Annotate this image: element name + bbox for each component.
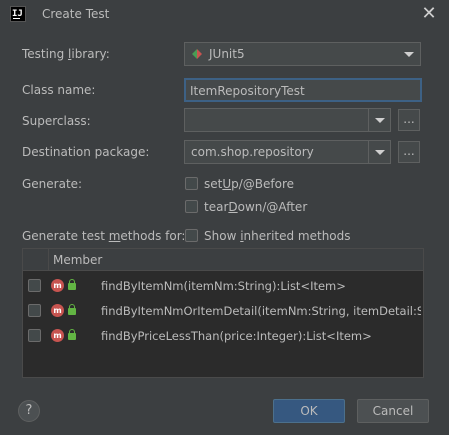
- destination-package-value: com.shop.repository: [191, 145, 314, 159]
- cancel-button[interactable]: Cancel: [357, 399, 429, 423]
- chevron-down-icon: [398, 43, 420, 65]
- superclass-label: Superclass:: [22, 114, 91, 128]
- table-row[interactable]: m findByItemNmOrItemDetail(itemNm:String…: [23, 299, 423, 323]
- chevron-down-icon[interactable]: [368, 109, 390, 131]
- show-inherited-checkbox[interactable]: [185, 229, 198, 242]
- teardown-label[interactable]: tearDown/@After: [204, 200, 307, 214]
- public-lock-icon: [68, 329, 76, 340]
- destination-package-combo[interactable]: com.shop.repository: [184, 140, 391, 164]
- table-row[interactable]: m findByPriceLessThan(price:Integer):Lis…: [23, 324, 423, 348]
- testing-library-label: Testing library:: [22, 47, 110, 61]
- chevron-down-icon[interactable]: [368, 141, 390, 163]
- public-lock-icon: [68, 279, 76, 290]
- setup-label[interactable]: setUp/@Before: [204, 177, 294, 191]
- class-name-value: ItemRepositoryTest: [190, 84, 305, 98]
- method-icon: m: [51, 279, 64, 292]
- member-column-header[interactable]: Member: [53, 253, 102, 267]
- method-signature: findByItemNmOrItemDetail(itemNm:String, …: [101, 304, 421, 318]
- row-checkbox[interactable]: [28, 329, 41, 342]
- destination-package-browse-button[interactable]: ...: [398, 141, 420, 163]
- testing-library-select[interactable]: JUnit5: [184, 42, 421, 66]
- method-icon: m: [51, 329, 64, 342]
- class-name-label: Class name:: [22, 83, 96, 97]
- title-bar: IJ Create Test ✕: [0, 0, 449, 30]
- dialog-title: Create Test: [42, 7, 110, 21]
- generate-methods-label: Generate test methods for:: [22, 229, 186, 243]
- testing-library-value: JUnit5: [209, 47, 245, 61]
- public-lock-icon: [68, 304, 76, 315]
- setup-checkbox[interactable]: [185, 177, 198, 190]
- teardown-checkbox[interactable]: [185, 200, 198, 213]
- superclass-combo[interactable]: [184, 108, 391, 132]
- junit-icon: [192, 49, 202, 59]
- method-signature: findByPriceLessThan(price:Integer):List<…: [101, 329, 372, 343]
- row-checkbox[interactable]: [28, 304, 41, 317]
- table-row[interactable]: m findByItemNm(itemNm:String):List<Item>: [23, 274, 423, 298]
- generate-label: Generate:: [22, 177, 83, 191]
- method-icon: m: [51, 304, 64, 317]
- show-inherited-label[interactable]: Show inherited methods: [204, 229, 351, 243]
- class-name-input[interactable]: ItemRepositoryTest: [184, 78, 422, 102]
- help-button[interactable]: ?: [18, 400, 40, 422]
- member-table[interactable]: Member m findByItemNm(itemNm:String):Lis…: [22, 248, 424, 378]
- header-divider: [48, 249, 49, 271]
- close-icon[interactable]: ✕: [418, 3, 440, 25]
- superclass-browse-button[interactable]: ...: [398, 109, 420, 131]
- intellij-logo-icon: IJ: [10, 6, 26, 22]
- method-signature: findByItemNm(itemNm:String):List<Item>: [101, 279, 346, 293]
- destination-package-label: Destination package:: [22, 145, 150, 159]
- table-header: Member: [23, 249, 423, 271]
- ok-button[interactable]: OK: [273, 399, 345, 423]
- row-checkbox[interactable]: [28, 279, 41, 292]
